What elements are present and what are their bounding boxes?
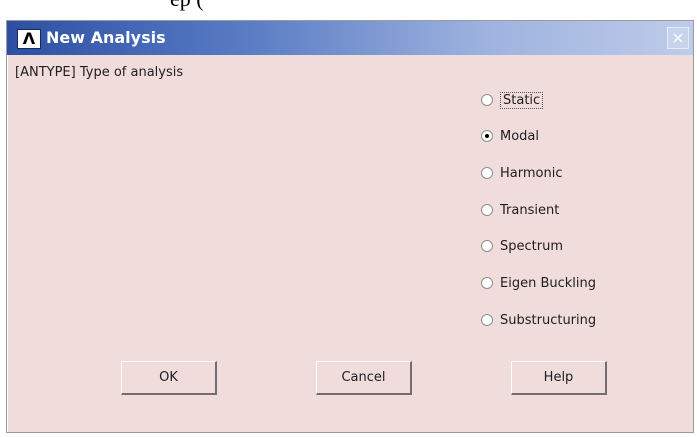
ok-button[interactable]: OK [121,361,217,395]
title-bar[interactable]: Λ New Analysis [7,21,693,55]
radio-button[interactable] [481,130,493,142]
radio-label: Spectrum [500,238,563,254]
radio-label: Substructuring [500,312,597,328]
radio-selected-dot [485,134,489,138]
radio-label: Transient [500,202,560,218]
radio-harmonic[interactable]: Harmonic [481,162,671,184]
analysis-type-label: [ANTYPE] Type of analysis [15,65,184,80]
radio-label: Modal [500,128,539,144]
radio-button[interactable] [481,240,493,252]
new-analysis-dialog: Λ New Analysis [ANTYPE] Type of analysis… [6,20,694,433]
radio-eigen-buckling[interactable]: Eigen Buckling [481,272,671,294]
radio-label: Harmonic [500,165,563,181]
radio-modal[interactable]: Modal [481,125,671,147]
radio-transient[interactable]: Transient [481,199,671,221]
dialog-title: New Analysis [46,28,166,47]
radio-static[interactable]: Static [481,89,671,111]
radio-label: Eigen Buckling [500,275,596,291]
page-text-fragment: ep ( [170,0,204,12]
radio-button[interactable] [481,204,493,216]
radio-substructuring[interactable]: Substructuring [481,309,671,331]
radio-label: Static [500,91,544,109]
radio-button[interactable] [481,94,493,106]
radio-button[interactable] [481,314,493,326]
help-button[interactable]: Help [511,361,607,395]
close-icon [673,33,683,43]
cancel-button[interactable]: Cancel [316,361,412,395]
close-button[interactable] [667,27,689,49]
radio-button[interactable] [481,167,493,179]
ansys-logo-icon: Λ [17,29,41,49]
radio-spectrum[interactable]: Spectrum [481,235,671,257]
radio-button[interactable] [481,277,493,289]
